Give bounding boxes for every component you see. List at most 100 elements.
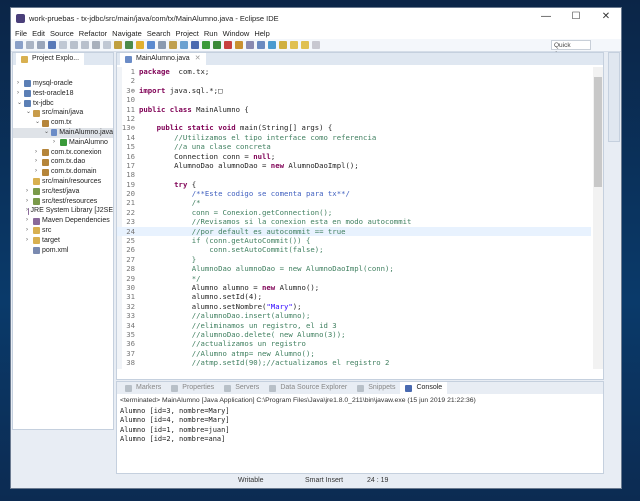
toolbar-button-icon[interactable] (312, 41, 320, 49)
code-editor[interactable]: 1 package com.tx; 2 3⊕ import java.sql.*;□ 10… (117, 67, 591, 369)
properties-icon (171, 384, 179, 392)
tree-item-src[interactable]: › src (13, 226, 113, 236)
tree-item-maven-dependencies[interactable]: › Maven Dependencies (13, 216, 113, 226)
menu-window[interactable]: Window (223, 29, 250, 38)
menu-help[interactable]: Help (254, 29, 269, 38)
maximize-button[interactable]: ☐ (561, 8, 591, 28)
toolbar-button-icon[interactable] (224, 41, 232, 49)
toolbar-button-icon[interactable] (26, 41, 34, 49)
toolbar-button-icon[interactable] (290, 41, 298, 49)
menu-project[interactable]: Project (176, 29, 199, 38)
twisty-icon[interactable]: › (35, 167, 42, 177)
tree-item-src-test-resources[interactable]: › src/test/resources (13, 197, 113, 207)
toolbar-button-icon[interactable] (301, 41, 309, 49)
close-tab-icon[interactable]: ✕ (195, 53, 201, 65)
toolbar-button-icon[interactable] (70, 41, 78, 49)
toolbar-button-icon[interactable] (125, 41, 133, 49)
toolbar-button-icon[interactable] (103, 41, 111, 49)
menu-source[interactable]: Source (50, 29, 74, 38)
code-token: if (conn.getAutoCommit()) { (139, 236, 311, 246)
code-token: Connection conn = (139, 151, 254, 161)
tree-item-target[interactable]: › target (13, 236, 113, 246)
tab-console[interactable]: Console (400, 382, 448, 394)
twisty-icon[interactable]: › (17, 89, 24, 99)
tab-servers[interactable]: Servers (219, 382, 264, 394)
toolbar-button-icon[interactable] (257, 41, 265, 49)
tab-markers[interactable]: Markers (120, 382, 166, 394)
tab-properties[interactable]: Properties (166, 382, 219, 394)
tree-item-com-tx-domain[interactable]: › com.tx.domain (13, 167, 113, 177)
toolbar-button-icon[interactable] (180, 41, 188, 49)
toolbar-button-icon[interactable] (59, 41, 67, 49)
toolbar-button-icon[interactable] (147, 41, 155, 49)
toolbar-button-icon[interactable] (235, 41, 243, 49)
tree-item-test-oracle18[interactable]: › test-oracle18 (13, 89, 113, 99)
tree-item-src-main-java[interactable]: ⌄ src/main/java (13, 108, 113, 118)
code-text: //alumnoDao.insert(alumno); (139, 311, 311, 320)
twisty-icon[interactable]: ⌄ (35, 118, 42, 128)
vertical-scrollbar[interactable] (593, 67, 603, 369)
code-token: AlumnoDao alumnoDao = (139, 160, 271, 170)
console-icon (405, 384, 413, 392)
code-line: 29 */ (117, 274, 591, 283)
tree-item-src-test-java[interactable]: › src/test/java (13, 187, 113, 197)
tab-mainalumno-java[interactable]: MainAlumno.java ✕ (120, 53, 206, 65)
line-number: 28 (126, 264, 135, 274)
twisty-icon[interactable]: › (26, 216, 33, 226)
menu-refactor[interactable]: Refactor (79, 29, 107, 38)
tree-item-pom-xml[interactable]: pom.xml (13, 246, 113, 256)
twisty-icon[interactable]: › (26, 197, 33, 207)
menu-file[interactable]: File (15, 29, 27, 38)
code-text: //eliminamos un registro, el id 3 (139, 321, 337, 330)
menu-search[interactable]: Search (147, 29, 171, 38)
toolbar-button-icon[interactable] (48, 41, 56, 49)
tab-snippets[interactable]: Snippets (352, 382, 400, 394)
tree-item-label: test-oracle18 (33, 89, 74, 97)
toolbar-button-icon[interactable] (246, 41, 254, 49)
twisty-icon[interactable]: › (26, 236, 33, 246)
tab-data-source-explorer[interactable]: Data Source Explorer (264, 382, 352, 394)
toolbar-button-icon[interactable] (268, 41, 276, 49)
twisty-icon[interactable]: ⌄ (17, 99, 24, 109)
twisty-icon[interactable]: › (26, 226, 33, 236)
twisty-icon[interactable]: › (35, 157, 42, 167)
tab-project-explorer[interactable]: Project Explo... (16, 53, 85, 65)
code-text: if (conn.getAutoCommit()) { (139, 236, 311, 246)
menu-edit[interactable]: Edit (32, 29, 45, 38)
tree-item-mainalumno[interactable]: › MainAlumno (13, 138, 113, 148)
tree-item-src-main-resources[interactable]: src/main/resources (13, 177, 113, 187)
close-button[interactable]: ✕ (591, 8, 621, 28)
toolbar-button-icon[interactable] (92, 41, 100, 49)
toolbar-button-icon[interactable] (136, 41, 144, 49)
tree-item-mainalumno-java[interactable]: ⌄ MainAlumno.java (13, 127, 113, 138)
toolbar-button-icon[interactable] (158, 41, 166, 49)
tree-item-com-tx[interactable]: ⌄ com.tx (13, 118, 113, 128)
twisty-icon[interactable]: › (35, 148, 42, 158)
toolbar-button-icon[interactable] (279, 41, 287, 49)
minimize-button[interactable]: — (531, 8, 561, 28)
toolbar-button-icon[interactable] (114, 41, 122, 49)
twisty-icon[interactable]: ⌄ (26, 108, 33, 118)
twisty-icon[interactable]: › (53, 138, 60, 148)
console-output[interactable]: Alumno [id=3, nombre=Mary] Alumno [id=4, … (117, 407, 603, 444)
toolbar-button-icon[interactable] (169, 41, 177, 49)
toolbar-button-icon[interactable] (191, 41, 199, 49)
toolbar-button-icon[interactable] (213, 41, 221, 49)
twisty-icon[interactable]: ⌄ (44, 128, 51, 138)
toolbar-button-icon[interactable] (15, 41, 23, 49)
tree-item-mysql-oracle[interactable]: › mysql-oracle (13, 79, 113, 89)
tree-item-com-tx-conexion[interactable]: › com.tx.conexion (13, 148, 113, 158)
tree-item-com-tx-dao[interactable]: › com.tx.dao (13, 157, 113, 167)
twisty-icon[interactable]: › (26, 187, 33, 197)
code-text: //actualizamos un registro (139, 339, 306, 348)
menu-navigate[interactable]: Navigate (112, 29, 142, 38)
tree-item-jre-system-library-j2se[interactable]: › JRE System Library [J2SE (13, 206, 113, 216)
toolbar-button-icon[interactable] (202, 41, 210, 49)
quick-access-input[interactable]: Quick Access (551, 40, 591, 58)
line-number: 18 (126, 170, 135, 180)
toolbar-button-icon[interactable] (81, 41, 89, 49)
menu-run[interactable]: Run (204, 29, 218, 38)
tree-item-tx-jdbc[interactable]: ⌄ tx-jdbc (13, 99, 113, 109)
toolbar-button-icon[interactable] (37, 41, 45, 49)
twisty-icon[interactable]: › (17, 79, 24, 89)
